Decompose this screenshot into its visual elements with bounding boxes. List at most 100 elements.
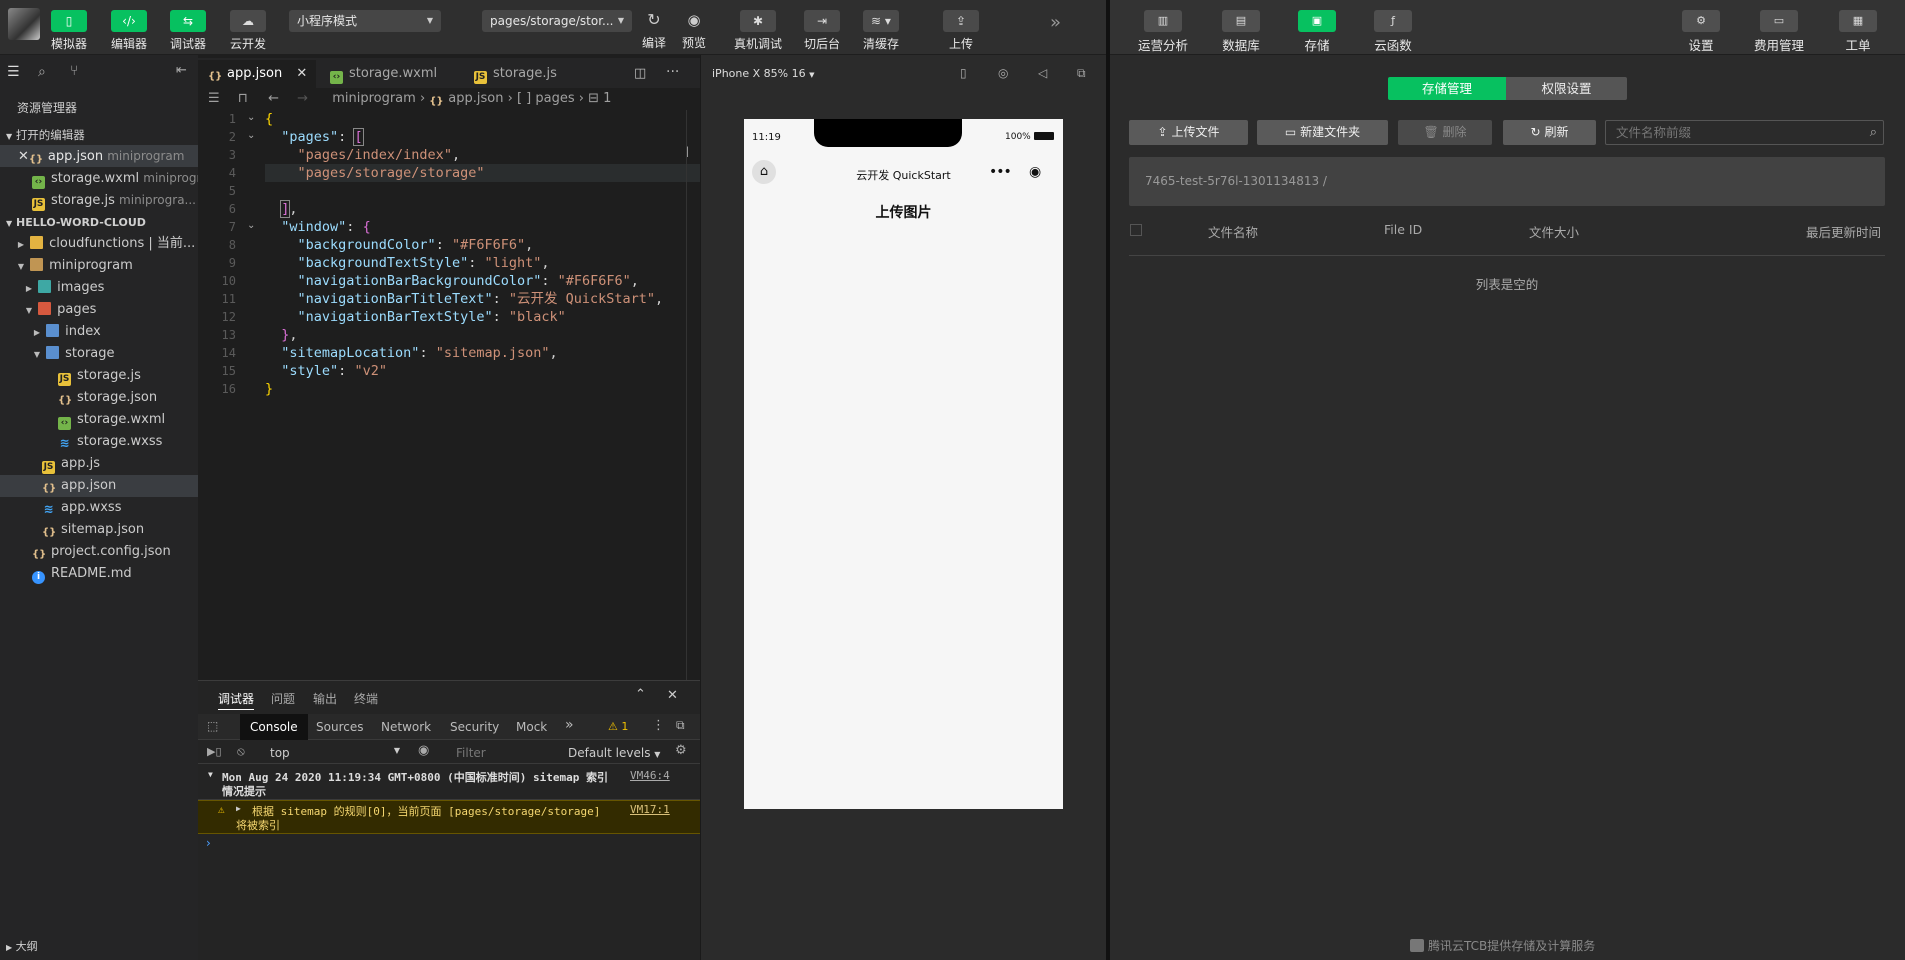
devtools-tab-mock[interactable]: Mock — [516, 720, 547, 734]
compile-button[interactable]: ↻ 编译 — [634, 8, 674, 51]
devtools-tab-network[interactable]: Network — [381, 720, 431, 734]
editor-button[interactable]: ‹/› 编辑器 — [99, 8, 159, 52]
tree-item-readme[interactable]: i README.md — [0, 563, 198, 585]
chevron-up-icon[interactable]: ⌃ — [635, 687, 646, 702]
tree-item-sitemap-json[interactable]: {} sitemap.json — [0, 519, 198, 541]
upload-button[interactable]: ⇪ 上传 — [931, 8, 991, 52]
tab-storage-js[interactable]: JS storage.js — [474, 60, 584, 88]
background-button[interactable]: ⇥ 切后台 — [792, 8, 852, 52]
tree-item-storage-wxml[interactable]: ‹› storage.wxml — [0, 409, 198, 431]
levels-select[interactable]: Default levels ▼ — [568, 746, 660, 760]
fold-icon[interactable]: ⌄ — [247, 220, 255, 231]
storage-button[interactable]: ▣ 存储 — [1282, 8, 1352, 54]
warning-count[interactable]: ⚠ 1 — [608, 720, 628, 733]
analytics-button[interactable]: ▥ 运营分析 — [1128, 8, 1198, 54]
dock-icon[interactable]: ⧉ — [676, 718, 685, 733]
panel-tab-debugger[interactable]: 调试器 — [218, 690, 255, 710]
tree-item-storage[interactable]: ▼ storage — [0, 343, 198, 365]
device-select[interactable]: iPhone X 85% 16 ▼ — [712, 67, 815, 80]
simulator-button[interactable]: ▯ 模拟器 — [39, 8, 99, 52]
editor-scrollbar[interactable] — [686, 110, 700, 680]
bookmark-icon[interactable]: ⊓ — [238, 91, 248, 106]
more-tabs-icon[interactable]: » — [565, 717, 574, 733]
close-icon[interactable]: ✕ — [667, 688, 678, 703]
settings-button[interactable]: ⚙ 设置 — [1666, 8, 1736, 54]
eye-icon[interactable]: ◉ — [418, 743, 429, 758]
tab-storage-wxml[interactable]: ‹› storage.wxml — [330, 60, 460, 88]
search-icon[interactable]: ⌕ — [38, 64, 46, 80]
tree-item-index[interactable]: ▶ index — [0, 321, 198, 343]
delete-button[interactable]: 🗑 删除 — [1398, 120, 1492, 145]
fold-icon[interactable]: ⌄ — [247, 130, 255, 141]
files-icon[interactable]: ☰ — [7, 64, 20, 80]
billing-button[interactable]: ▭ 费用管理 — [1744, 8, 1814, 54]
kebab-menu-icon[interactable]: ⋮ — [652, 718, 665, 733]
page-select[interactable]: pages/storage/stor... ▼ — [482, 10, 632, 32]
split-editor-icon[interactable]: ◫ — [634, 66, 646, 81]
context-select[interactable]: top ▼ — [270, 746, 400, 760]
gear-icon[interactable]: ⚙ — [675, 743, 687, 758]
devtools-tab-sources[interactable]: Sources — [316, 720, 363, 734]
tab-permissions[interactable]: 权限设置 — [1506, 77, 1627, 100]
tree-item-app-json[interactable]: {} app.json — [0, 475, 198, 497]
tree-item-storage-js[interactable]: JS storage.js — [0, 365, 198, 387]
tab-app-json[interactable]: {} app.json ✕ — [198, 60, 316, 88]
open-editor-item[interactable]: JS storage.js miniprogra... — [0, 189, 198, 211]
console-prompt[interactable]: › — [206, 836, 211, 850]
select-all-checkbox[interactable] — [1130, 224, 1142, 236]
avatar[interactable] — [8, 8, 40, 40]
panel-tab-terminal[interactable]: 终端 — [354, 690, 378, 707]
outline-header[interactable]: ▶ 大纲 — [6, 938, 38, 954]
close-icon[interactable]: ✕ — [18, 149, 29, 164]
devtools-tab-security[interactable]: Security — [450, 720, 499, 734]
devtools-tab-console[interactable]: Console — [240, 714, 308, 740]
refresh-button[interactable]: ↻ 刷新 — [1503, 120, 1596, 145]
tree-item-pages[interactable]: ▼ pages — [0, 299, 198, 321]
tab-storage-management[interactable]: 存储管理 — [1388, 77, 1506, 100]
back-arrow-icon[interactable]: ← — [268, 91, 279, 106]
clear-console-icon[interactable]: ⦸ — [237, 744, 245, 759]
fold-icon[interactable]: ⌄ — [247, 112, 255, 123]
close-icon[interactable]: ✕ — [296, 66, 307, 81]
chevron-right-icon[interactable]: ▶ — [236, 804, 241, 813]
forward-arrow-icon[interactable]: → — [297, 91, 308, 106]
phone-icon[interactable]: ▯ — [960, 66, 967, 80]
collapse-icon[interactable]: ⇤ — [176, 63, 187, 78]
open-editor-item[interactable]: ✕{} app.json miniprogram — [0, 145, 198, 167]
code-content[interactable]: { "pages": [ "pages/index/index", "pages… — [265, 110, 685, 410]
tree-item-storage-wxss[interactable]: ≋ storage.wxss — [0, 431, 198, 453]
preview-button[interactable]: ◉ 预览 — [674, 8, 714, 51]
git-branch-icon[interactable]: ⑂ — [70, 63, 78, 79]
open-editor-item[interactable]: ‹›storage.wxml miniprogr... — [0, 167, 198, 189]
open-editors-header[interactable]: ▼ 打开的编辑器 — [6, 127, 85, 143]
new-folder-button[interactable]: ▭ 新建文件夹 — [1257, 120, 1388, 145]
tree-item-app-js[interactable]: JS app.js — [0, 453, 198, 475]
tree-item-cloudfunctions[interactable]: ▶ cloudfunctions | 当前... — [0, 233, 198, 255]
more-chevron-icon[interactable]: » — [1050, 12, 1061, 33]
real-device-debug-button[interactable]: ✱ 真机调试 — [728, 8, 788, 52]
inspect-icon[interactable]: ⬚ — [207, 719, 218, 733]
clear-cache-button[interactable]: ≋ ▾ 清缓存 — [851, 8, 911, 52]
more-icon[interactable]: ··· — [666, 64, 679, 80]
search-icon[interactable]: ⌕ — [1870, 121, 1877, 144]
more-dots-icon[interactable]: ••• — [989, 164, 1012, 180]
sidebar-toggle-icon[interactable]: ▶▯ — [207, 745, 222, 758]
project-header[interactable]: ▼ HELLO-WORD-CLOUD — [6, 216, 146, 229]
upload-file-button[interactable]: ⇪ 上传文件 — [1129, 120, 1248, 145]
tree-item-miniprogram[interactable]: ▼ miniprogram — [0, 255, 198, 277]
tree-item-images[interactable]: ▶ images — [0, 277, 198, 299]
functions-button[interactable]: ƒ 云函数 — [1358, 8, 1428, 54]
storage-path[interactable]: 7465-test-5r76l-1301134813 / — [1145, 174, 1327, 188]
panel-tab-output[interactable]: 输出 — [313, 690, 337, 707]
cloud-dev-button[interactable]: ☁ 云开发 — [218, 8, 278, 52]
volume-icon[interactable]: ◁ — [1038, 66, 1047, 80]
tree-item-project-config[interactable]: {} project.config.json — [0, 541, 198, 563]
debugger-button[interactable]: ⇆ 调试器 — [158, 8, 218, 52]
filter-input[interactable]: Filter — [456, 746, 486, 760]
record-icon[interactable]: ◎ — [998, 66, 1008, 80]
database-button[interactable]: ▤ 数据库 — [1206, 8, 1276, 54]
ticket-button[interactable]: ▦ 工单 — [1823, 8, 1893, 54]
mode-select[interactable]: 小程序模式 ▼ — [289, 10, 441, 32]
list-icon[interactable]: ☰ — [208, 91, 220, 106]
capsule-close-icon[interactable]: ◉ — [1029, 164, 1041, 180]
